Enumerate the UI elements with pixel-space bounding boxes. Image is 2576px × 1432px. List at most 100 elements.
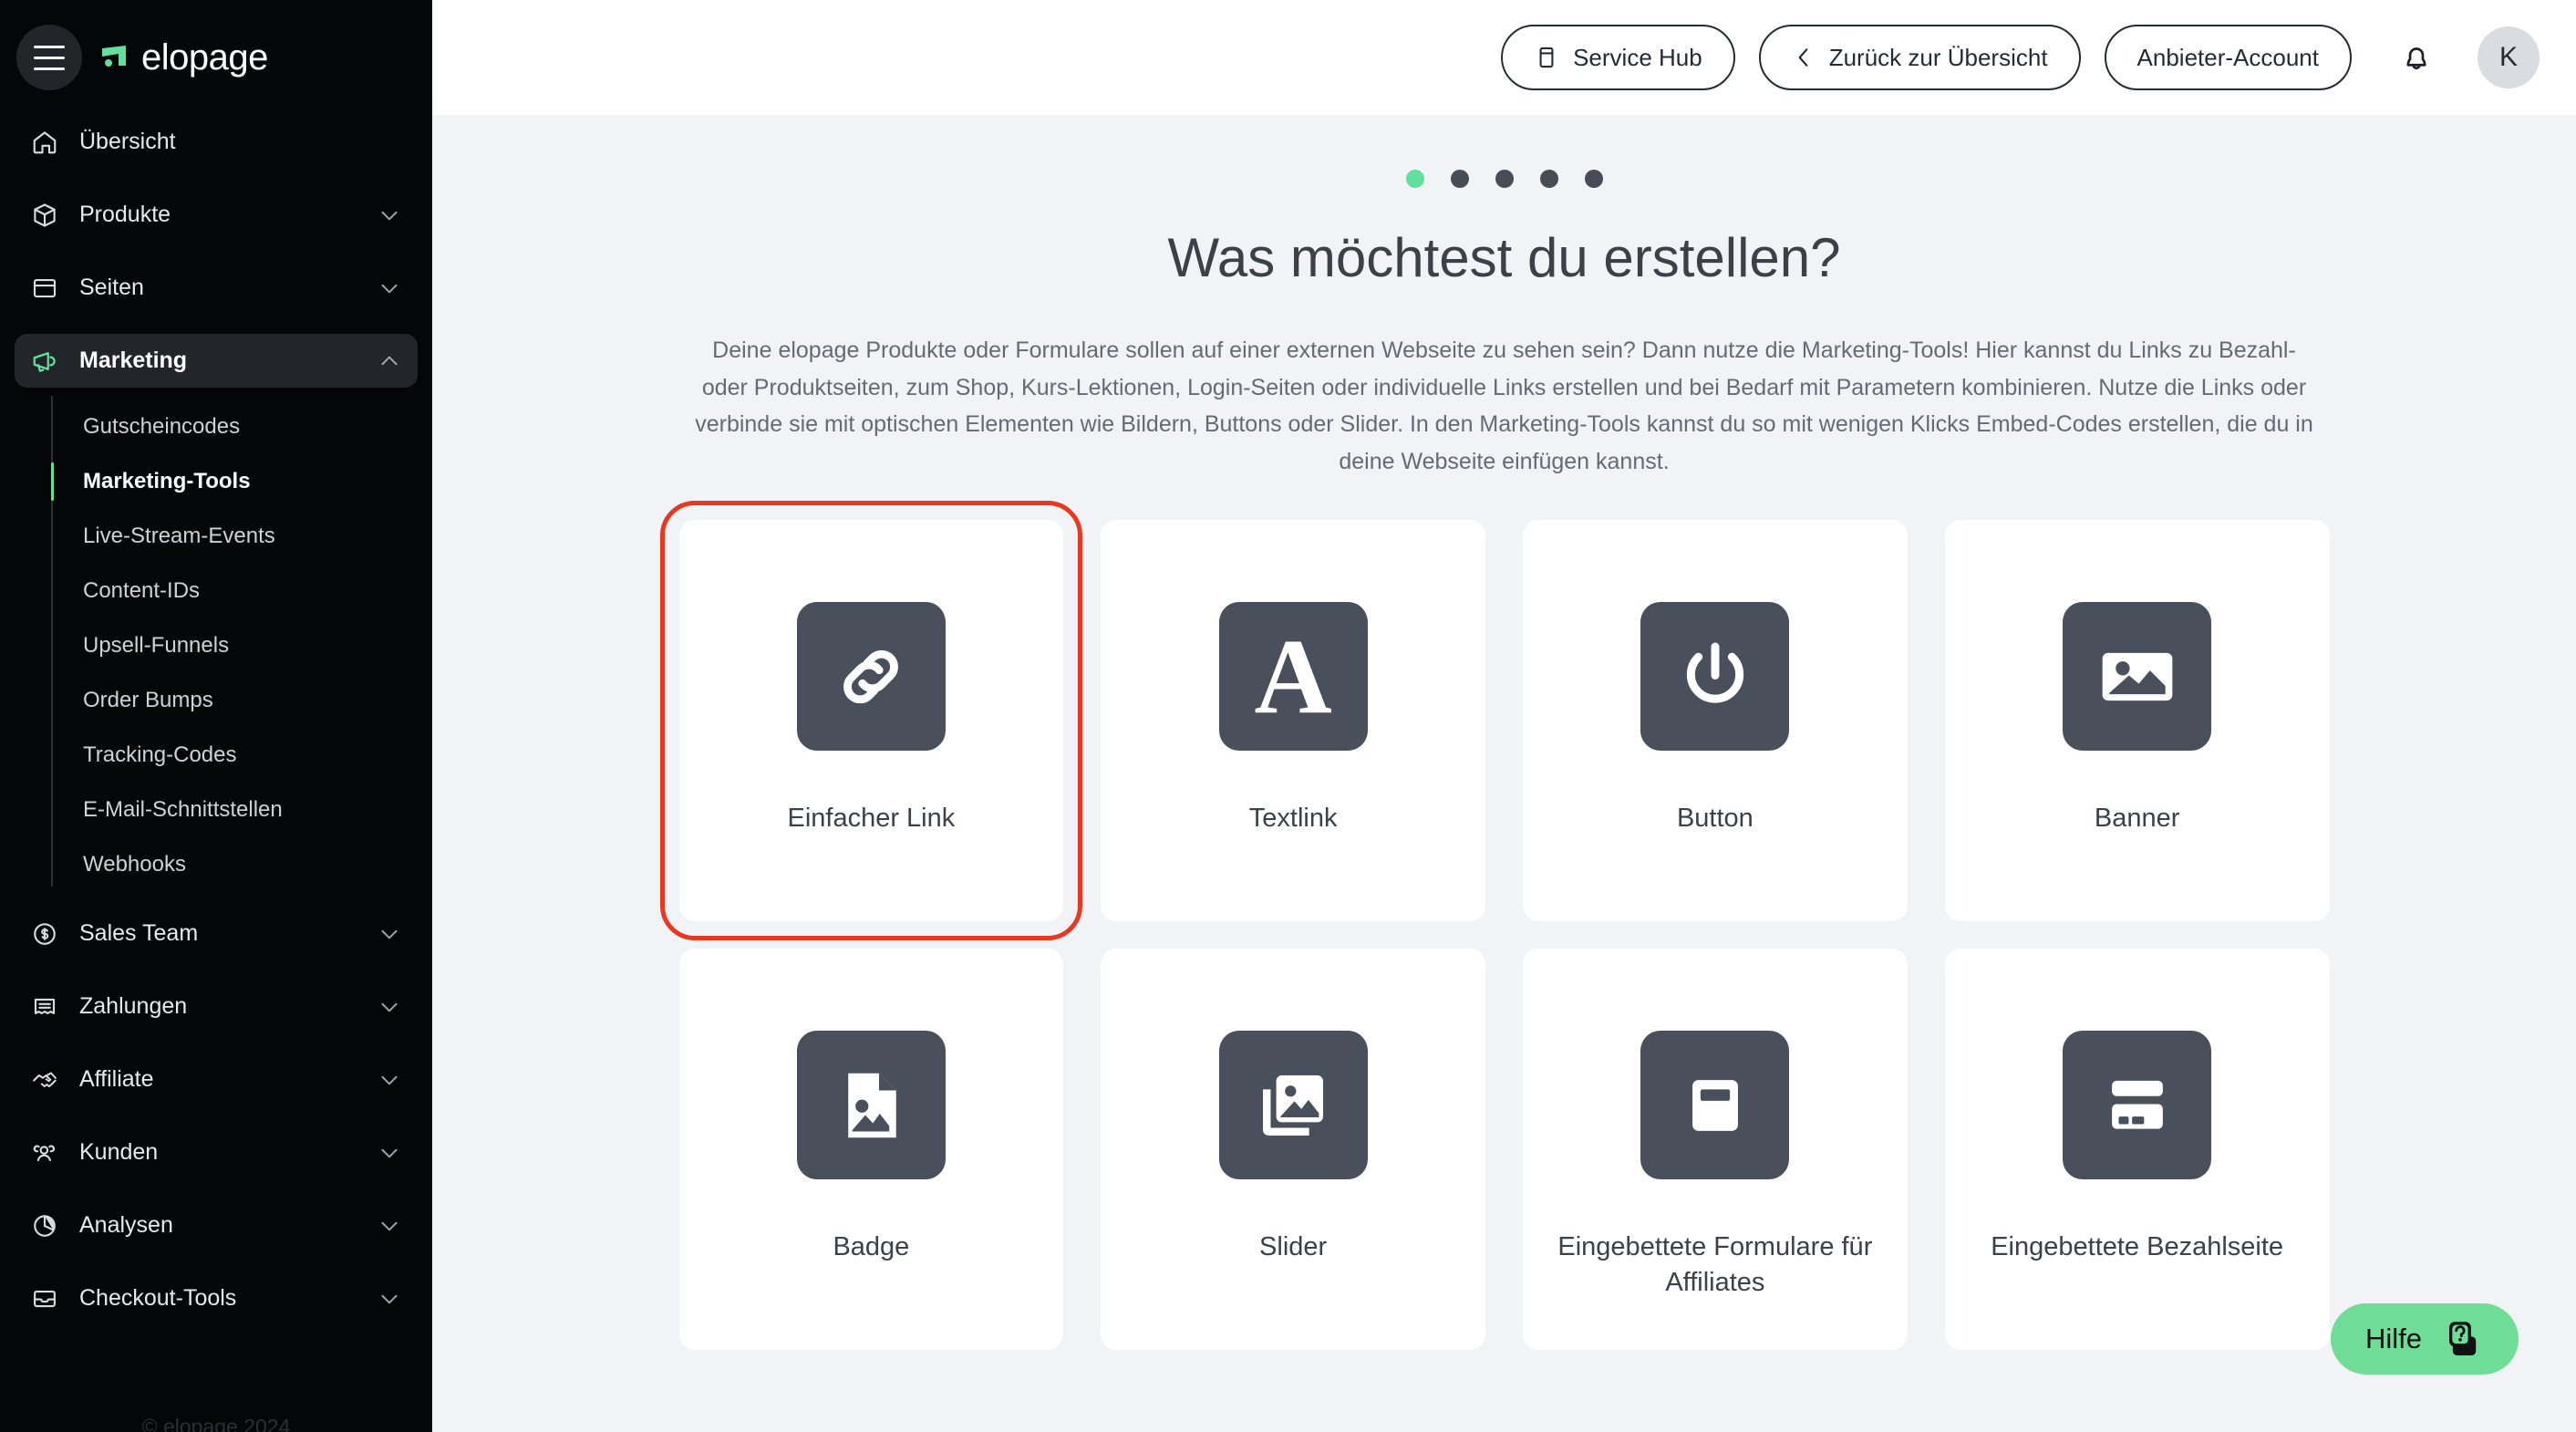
sidebar-item-marketing[interactable]: Marketing [15,334,418,388]
step-dot-4[interactable] [1539,170,1558,188]
handshake-icon [29,1064,60,1095]
chevron-down-icon [381,1148,398,1157]
main-content: Was möchtest du erstellen? Deine elopage… [432,115,2576,1432]
chevron-down-icon [381,1075,398,1084]
sidebar-subitem-label: Marketing-Tools [83,469,251,493]
sidebar-item-label: Zahlungen [79,993,188,1019]
sidebar-subitem-label: Upsell-Funnels [83,633,230,658]
receipt-icon [29,991,60,1022]
sidebar-item-kunden[interactable]: Kunden [15,1126,418,1179]
step-dot-5[interactable] [1584,170,1603,188]
document-image-icon [796,1031,946,1179]
step-dot-1[interactable] [1405,170,1424,188]
elopage-logo-text: elopage [141,36,268,78]
help-button[interactable]: Hilfe [2330,1303,2519,1375]
sidebar-item-label: Sales Team [79,920,199,946]
users-icon [29,1137,60,1168]
step-dot-3[interactable] [1495,170,1514,188]
avatar-initial: K [2498,42,2518,72]
sidebar-item-uebersicht[interactable]: Übersicht [15,115,418,169]
sidebar-item-label: Seiten [79,275,144,300]
sidebar-subitem-email-schnittstellen[interactable]: E-Mail-Schnittstellen [53,783,418,837]
chevron-left-icon [1798,48,1808,67]
tool-card-einfacher-link[interactable]: Einfacher Link [659,501,1083,940]
sidebar-item-zahlungen[interactable]: Zahlungen [15,980,418,1033]
account-button[interactable]: Anbieter-Account [2104,25,2352,90]
tool-card-label: Textlink [1248,804,1338,833]
sidebar-header: elopage [0,0,432,115]
tool-card-label: Eingebettete Bezahlseite [1991,1232,2284,1261]
tool-card-banner[interactable]: Banner [1944,520,2330,921]
sidebar-subitem-order-bumps[interactable]: Order Bumps [53,673,418,728]
sidebar-item-seiten[interactable]: Seiten [15,261,418,315]
chevron-up-icon [381,356,398,365]
step-indicator [1405,170,1603,188]
sidebar-subitem-label: Content-IDs [83,578,201,603]
sidebar-subitem-content-ids[interactable]: Content-IDs [53,564,418,618]
tool-card-grid: Einfacher Link A Textlink Button Banner … [659,501,2330,1350]
sidebar-nav: Übersicht Produkte Seiten Marketing Guts… [0,115,432,1325]
sidebar-subitem-webhooks[interactable]: Webhooks [53,837,418,892]
service-hub-label: Service Hub [1573,43,1702,71]
chevron-down-icon [381,929,398,939]
tool-card-button[interactable]: Button [1523,520,1908,921]
tool-card-slider[interactable]: Slider [1101,949,1485,1350]
tool-card-label: Badge [833,1232,910,1261]
box-icon [29,200,60,231]
chevron-down-icon [381,1002,398,1012]
chevron-down-icon [381,284,398,293]
step-dot-2[interactable] [1450,170,1469,188]
sidebar-item-label: Marketing [79,348,188,373]
help-button-label: Hilfe [2364,1323,2422,1354]
home-icon [29,127,60,158]
embedded-form-icon [1640,1031,1790,1179]
back-to-overview-label: Zurück zur Übersicht [1828,43,2048,71]
sidebar-item-produkte[interactable]: Produkte [15,188,418,242]
service-hub-button[interactable]: Service Hub [1501,25,1735,90]
topbar: Service Hub Zurück zur Übersicht Anbiete… [432,0,2576,115]
tool-card-label: Slider [1259,1232,1328,1261]
hamburger-icon[interactable] [16,25,82,90]
cart-icon [29,1283,60,1314]
sidebar-submenu-marketing: Gutscheincodes Marketing-Tools Live-Stre… [15,396,418,892]
images-stack-icon [1218,1031,1368,1179]
tool-card-eingebettete-bezahlseite[interactable]: Eingebettete Bezahlseite [1944,949,2330,1350]
bell-icon[interactable] [2388,29,2445,86]
sidebar-item-checkout-tools[interactable]: Checkout-Tools [15,1271,418,1325]
dollar-circle-icon [29,918,60,949]
sidebar-subitem-upsell-funnels[interactable]: Upsell-Funnels [53,618,418,673]
chevron-down-icon [381,211,398,220]
sidebar-item-label: Checkout-Tools [79,1285,237,1311]
sidebar-item-sales-team[interactable]: Sales Team [15,907,418,960]
elopage-logo[interactable]: elopage [102,37,268,78]
service-hub-icon [1539,47,1554,68]
sidebar-subitem-label: Order Bumps [83,688,213,712]
sidebar-footer-copyright: © elopage 2024 [141,1415,291,1432]
sidebar-subitem-live-stream-events[interactable]: Live-Stream-Events [53,509,418,564]
sidebar-item-label: Kunden [79,1139,159,1165]
tool-card-badge[interactable]: Badge [678,949,1064,1350]
sidebar-item-label: Analysen [79,1212,173,1238]
back-to-overview-button[interactable]: Zurück zur Übersicht [1758,25,2081,90]
elopage-logo-mark [102,46,126,67]
avatar[interactable]: K [2478,26,2540,88]
sidebar: elopage Übersicht Produkte Seiten Market… [0,0,432,1432]
chevron-down-icon [381,1294,398,1303]
tool-card-textlink[interactable]: A Textlink [1101,520,1485,921]
sidebar-item-affiliate[interactable]: Affiliate [15,1053,418,1106]
chevron-down-icon [381,1221,398,1230]
power-icon [1640,602,1790,751]
sidebar-item-analysen[interactable]: Analysen [15,1199,418,1252]
megaphone-icon [29,346,60,377]
sidebar-subitem-tracking-codes[interactable]: Tracking-Codes [53,728,418,783]
sidebar-item-label: Produkte [79,202,171,227]
question-chat-icon [2449,1322,2477,1356]
sidebar-subitem-label: E-Mail-Schnittstellen [83,797,283,822]
main-area: Service Hub Zurück zur Übersicht Anbiete… [432,0,2576,1432]
sidebar-subitem-marketing-tools[interactable]: Marketing-Tools [51,454,418,509]
sidebar-subitem-gutscheincodes[interactable]: Gutscheincodes [53,400,418,454]
tool-card-eingebettete-formulare-fuer-affiliates[interactable]: Eingebettete Formulare für Affiliates [1523,949,1908,1350]
window-icon [29,273,60,304]
tool-card-label: Eingebettete Formulare für Affiliates [1557,1232,1873,1297]
sidebar-item-label: Übersicht [79,129,176,154]
